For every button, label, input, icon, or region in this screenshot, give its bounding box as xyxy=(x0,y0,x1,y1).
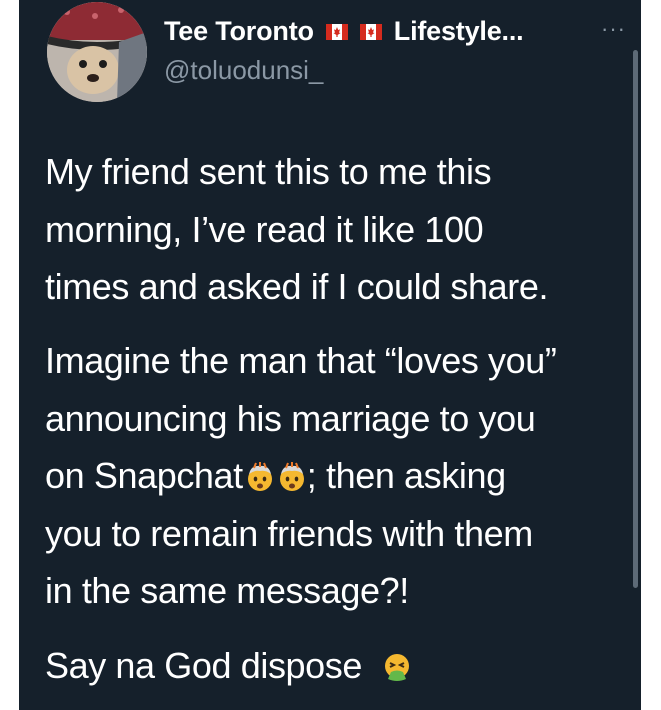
exploding-head-emoji-icon xyxy=(277,462,307,492)
author-name-row[interactable]: Tee Toronto Lifestyle... xyxy=(164,16,524,47)
tweet-text-line: on Snapchat ; then asking xyxy=(45,447,556,505)
more-options-icon[interactable]: ··· xyxy=(601,18,626,40)
avatar-dog-photo xyxy=(47,2,147,102)
tweet-text-line: times and asked if I could share. xyxy=(45,266,549,307)
avatar[interactable] xyxy=(47,2,147,102)
author-handle[interactable]: @toluodunsi_ xyxy=(164,55,323,86)
author-name-suffix[interactable]: Lifestyle... xyxy=(394,16,524,47)
tweet-text-line: Imagine the man that “loves you” xyxy=(45,340,557,381)
tweet-text-line: you to remain friends with them xyxy=(45,512,533,554)
tweet-paragraph-2: Imagine the man that “loves you” announc… xyxy=(45,332,557,620)
tweet-paragraph-3: Say na God dispose xyxy=(45,637,412,695)
tweet-card: Tee Toronto Lifestyle... @toluodunsi_ ··… xyxy=(19,0,641,710)
tweet-text-line: My friend sent this to me this xyxy=(45,151,492,192)
tweet-text-line: Say na God dispose xyxy=(45,645,363,686)
tweet-text-line: in the same message?! xyxy=(45,570,409,611)
tweet-text-line: morning, I’ve read it like 100 xyxy=(45,208,484,250)
tweet-paragraph-1: My friend sent this to me this morning, … xyxy=(45,143,548,316)
tweet-text-line: announcing his marriage to you xyxy=(45,397,536,439)
vomiting-face-emoji-icon xyxy=(382,652,412,682)
canada-flag-icon xyxy=(325,23,348,40)
canada-flag-icon xyxy=(359,23,382,40)
tweet-text-fragment: ; then asking xyxy=(306,455,506,496)
scrollbar[interactable] xyxy=(633,50,638,588)
author-name[interactable]: Tee Toronto xyxy=(164,16,314,47)
tweet-text-fragment: on Snapchat xyxy=(45,455,243,496)
exploding-head-emoji-icon xyxy=(245,462,275,492)
